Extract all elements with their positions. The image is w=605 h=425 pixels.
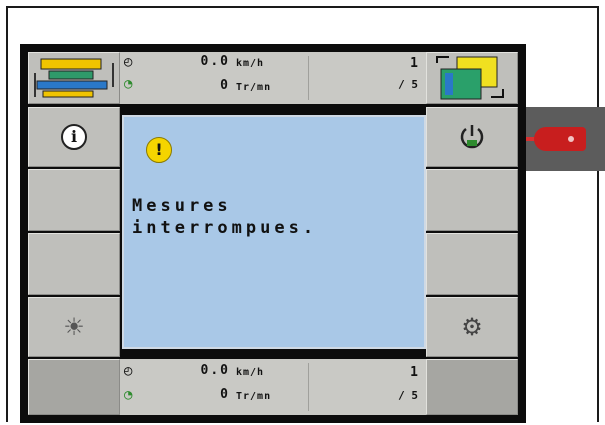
softkey-info[interactable]: i	[28, 107, 120, 167]
page-total: / 5	[398, 389, 418, 402]
warning-icon: !	[146, 137, 172, 163]
connector-panel	[526, 107, 605, 171]
status-bar-top: ◴ ◔ 0.0 km/h 0 Tr/mn 1 / 5	[120, 52, 426, 104]
rpm-unit: Tr/mn	[236, 82, 272, 93]
page-number: 1	[410, 365, 418, 380]
softkey-right-2[interactable]	[426, 169, 518, 231]
softkey-right-3[interactable]	[426, 233, 518, 295]
softkey-brightness[interactable]: ☀	[28, 297, 120, 357]
rpm-value: 0	[220, 78, 230, 93]
power-icon	[460, 125, 484, 149]
softkey-left-3[interactable]	[28, 233, 120, 295]
page-switch-icon	[436, 56, 504, 100]
speed-value: 0.0	[200, 54, 230, 69]
plug-led	[568, 136, 574, 142]
rpm-icon: ◔	[124, 387, 133, 403]
page-switch-button[interactable]	[426, 52, 518, 104]
softkey-left-5[interactable]	[28, 359, 120, 415]
page-number: 1	[410, 56, 418, 71]
page-total: / 5	[398, 78, 418, 91]
softkey-right-5[interactable]	[426, 359, 518, 415]
speedometer-icon: ◴	[124, 54, 133, 70]
status-bar-bottom: ◴ ◔ 0.0 km/h 0 Tr/mn 1 / 5	[120, 359, 426, 415]
implement-icon-button[interactable]	[28, 52, 120, 104]
softkey-power[interactable]	[426, 107, 518, 167]
rpm-value: 0	[220, 387, 230, 402]
implement-icon	[34, 58, 114, 98]
brightness-icon: ☀	[63, 313, 85, 341]
speed-unit: km/h	[236, 58, 265, 69]
plug-icon	[534, 127, 586, 151]
softkey-settings[interactable]: ⚙	[426, 297, 518, 357]
speed-value: 0.0	[200, 363, 230, 378]
speedometer-icon: ◴	[124, 363, 133, 379]
alarm-dialog: ! Mesures interrompues.	[122, 115, 426, 349]
rpm-icon: ◔	[124, 76, 133, 92]
speed-unit: km/h	[236, 367, 265, 378]
rpm-unit: Tr/mn	[236, 391, 272, 402]
softkey-left-2[interactable]	[28, 169, 120, 231]
info-icon: i	[61, 124, 87, 150]
settings-icon: ⚙	[461, 313, 483, 341]
dialog-message: Mesures interrompues.	[132, 196, 318, 238]
